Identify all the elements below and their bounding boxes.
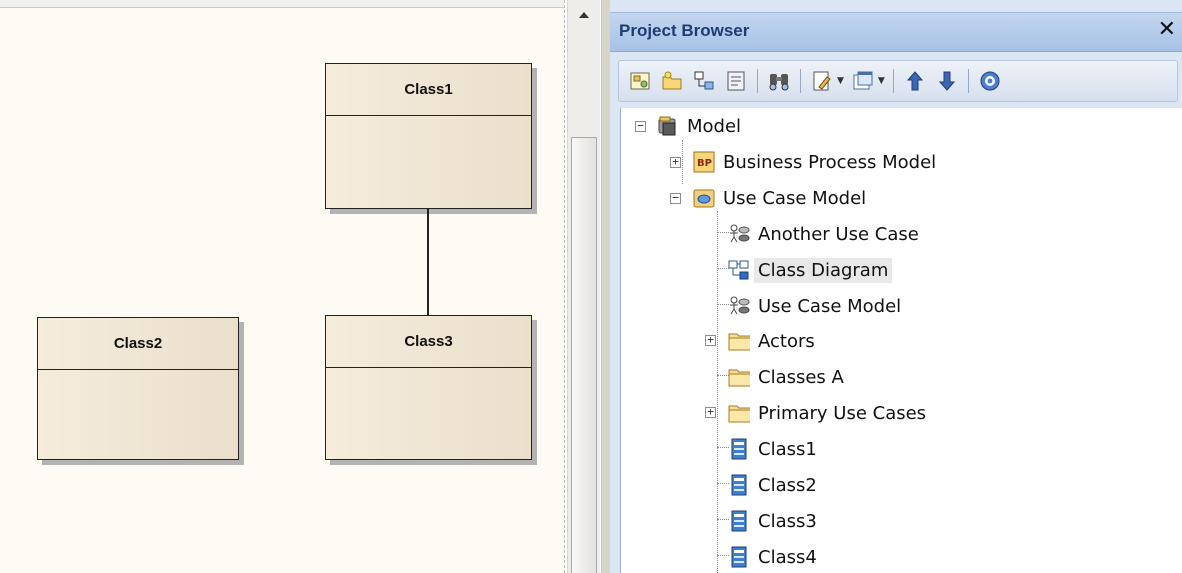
folder-icon	[728, 330, 750, 352]
tree-node-class1[interactable]: Class1	[728, 433, 817, 465]
vertical-scrollbar[interactable]	[567, 0, 600, 573]
class-element-icon	[728, 546, 750, 568]
use-case-package-icon	[693, 187, 715, 209]
tree-node-label: Classes A	[758, 366, 844, 388]
class-element-icon	[728, 474, 750, 496]
tree-node-label: Actors	[758, 330, 815, 352]
tree-node-label: Primary Use Cases	[758, 402, 927, 424]
tree-node-label: Class Diagram	[754, 257, 893, 283]
scroll-thumb[interactable]	[571, 137, 597, 573]
use-case-diagram-icon	[728, 295, 750, 317]
tree-node-label: Business Process Model	[723, 151, 937, 173]
tree-node-primary-use-cases[interactable]: Primary Use Cases	[728, 397, 926, 429]
tree-node-label: Class1	[758, 438, 817, 460]
tree-node-use-case-model[interactable]: Use Case Model	[693, 182, 866, 214]
toolbar-separator	[967, 69, 969, 93]
chevron-down-icon[interactable]: ▼	[878, 76, 885, 86]
tree-node-actors[interactable]: Actors	[728, 325, 815, 357]
tree-node-label: Use Case Model	[758, 295, 902, 317]
scroll-up-icon[interactable]	[579, 12, 589, 18]
tree-node-label: Another Use Case	[758, 223, 919, 245]
chevron-down-icon[interactable]: ▼	[837, 76, 844, 86]
window-icon[interactable]	[850, 67, 876, 95]
class-diagram-icon	[728, 259, 750, 281]
new-package-icon[interactable]	[659, 67, 685, 95]
tree-node-another-use-case[interactable]: Another Use Case	[728, 218, 919, 250]
package-properties-icon[interactable]	[723, 67, 749, 95]
tree-node-business-process-model[interactable]: BP Business Process Model	[693, 146, 936, 178]
tree-node-class2[interactable]: Class2	[728, 469, 817, 501]
svg-text:BP: BP	[697, 158, 712, 169]
new-diagram-icon[interactable]	[627, 67, 653, 95]
edit-icon[interactable]	[809, 67, 835, 95]
help-icon[interactable]	[977, 67, 1003, 95]
class2-name: Class2	[38, 318, 238, 370]
class1-name: Class1	[326, 64, 531, 116]
expand-toggle[interactable]: +	[705, 334, 716, 346]
move-up-icon[interactable]	[902, 67, 928, 95]
tree-node-class-diagram[interactable]: Class Diagram	[728, 254, 893, 286]
project-tree[interactable]: − + − + + Model BP Business Process Mode…	[620, 108, 1182, 573]
tree-node-label: Class3	[758, 510, 817, 532]
model-root-icon	[657, 115, 679, 137]
tree-node-label: Model	[687, 115, 742, 137]
panel-titlebar: Project Browser ✕	[610, 12, 1182, 52]
diagram-canvas[interactable]: Class1 Class3 Class2	[0, 0, 565, 573]
tree-node-label: Class4	[758, 546, 817, 568]
project-browser-panel: Project Browser ✕ ▼ ▼ − + − + + Model BP…	[610, 0, 1182, 573]
collapse-toggle[interactable]: −	[635, 120, 646, 132]
canvas-ruler	[0, 0, 565, 8]
tree-node-model[interactable]: Model	[657, 110, 741, 142]
new-element-icon[interactable]	[691, 67, 717, 95]
toolbar-separator	[800, 69, 801, 93]
tree-node-use-case-model-diagram[interactable]: Use Case Model	[728, 290, 901, 322]
page-boundary	[564, 0, 565, 573]
class1-element[interactable]: Class1	[325, 63, 532, 209]
browser-toolbar: ▼ ▼	[618, 60, 1178, 102]
tree-node-classes-a[interactable]: Classes A	[728, 361, 844, 393]
association-connector[interactable]	[427, 208, 429, 316]
class3-element[interactable]: Class3	[325, 315, 532, 460]
tree-node-label: Class2	[758, 474, 817, 496]
business-process-icon: BP	[693, 151, 715, 173]
folder-icon	[728, 402, 750, 424]
class3-name: Class3	[326, 316, 531, 368]
find-icon[interactable]	[766, 67, 792, 95]
panel-splitter[interactable]	[601, 0, 610, 573]
class-element-icon	[728, 510, 750, 532]
toolbar-separator	[892, 69, 894, 93]
expand-toggle[interactable]: +	[705, 406, 716, 418]
collapse-toggle[interactable]: −	[670, 192, 681, 204]
tree-node-class4[interactable]: Class4	[728, 541, 817, 573]
tree-node-class3[interactable]: Class3	[728, 505, 817, 537]
move-down-icon[interactable]	[934, 67, 960, 95]
class2-element[interactable]: Class2	[37, 317, 239, 460]
tree-line	[682, 140, 683, 184]
class-element-icon	[728, 438, 750, 460]
panel-title: Project Browser	[619, 21, 750, 40]
folder-icon	[728, 366, 750, 388]
tree-node-label: Use Case Model	[723, 187, 867, 209]
use-case-diagram-icon	[728, 223, 750, 245]
toolbar-separator	[757, 69, 758, 93]
expand-toggle[interactable]: +	[670, 156, 681, 168]
close-icon[interactable]: ✕	[1158, 17, 1176, 42]
